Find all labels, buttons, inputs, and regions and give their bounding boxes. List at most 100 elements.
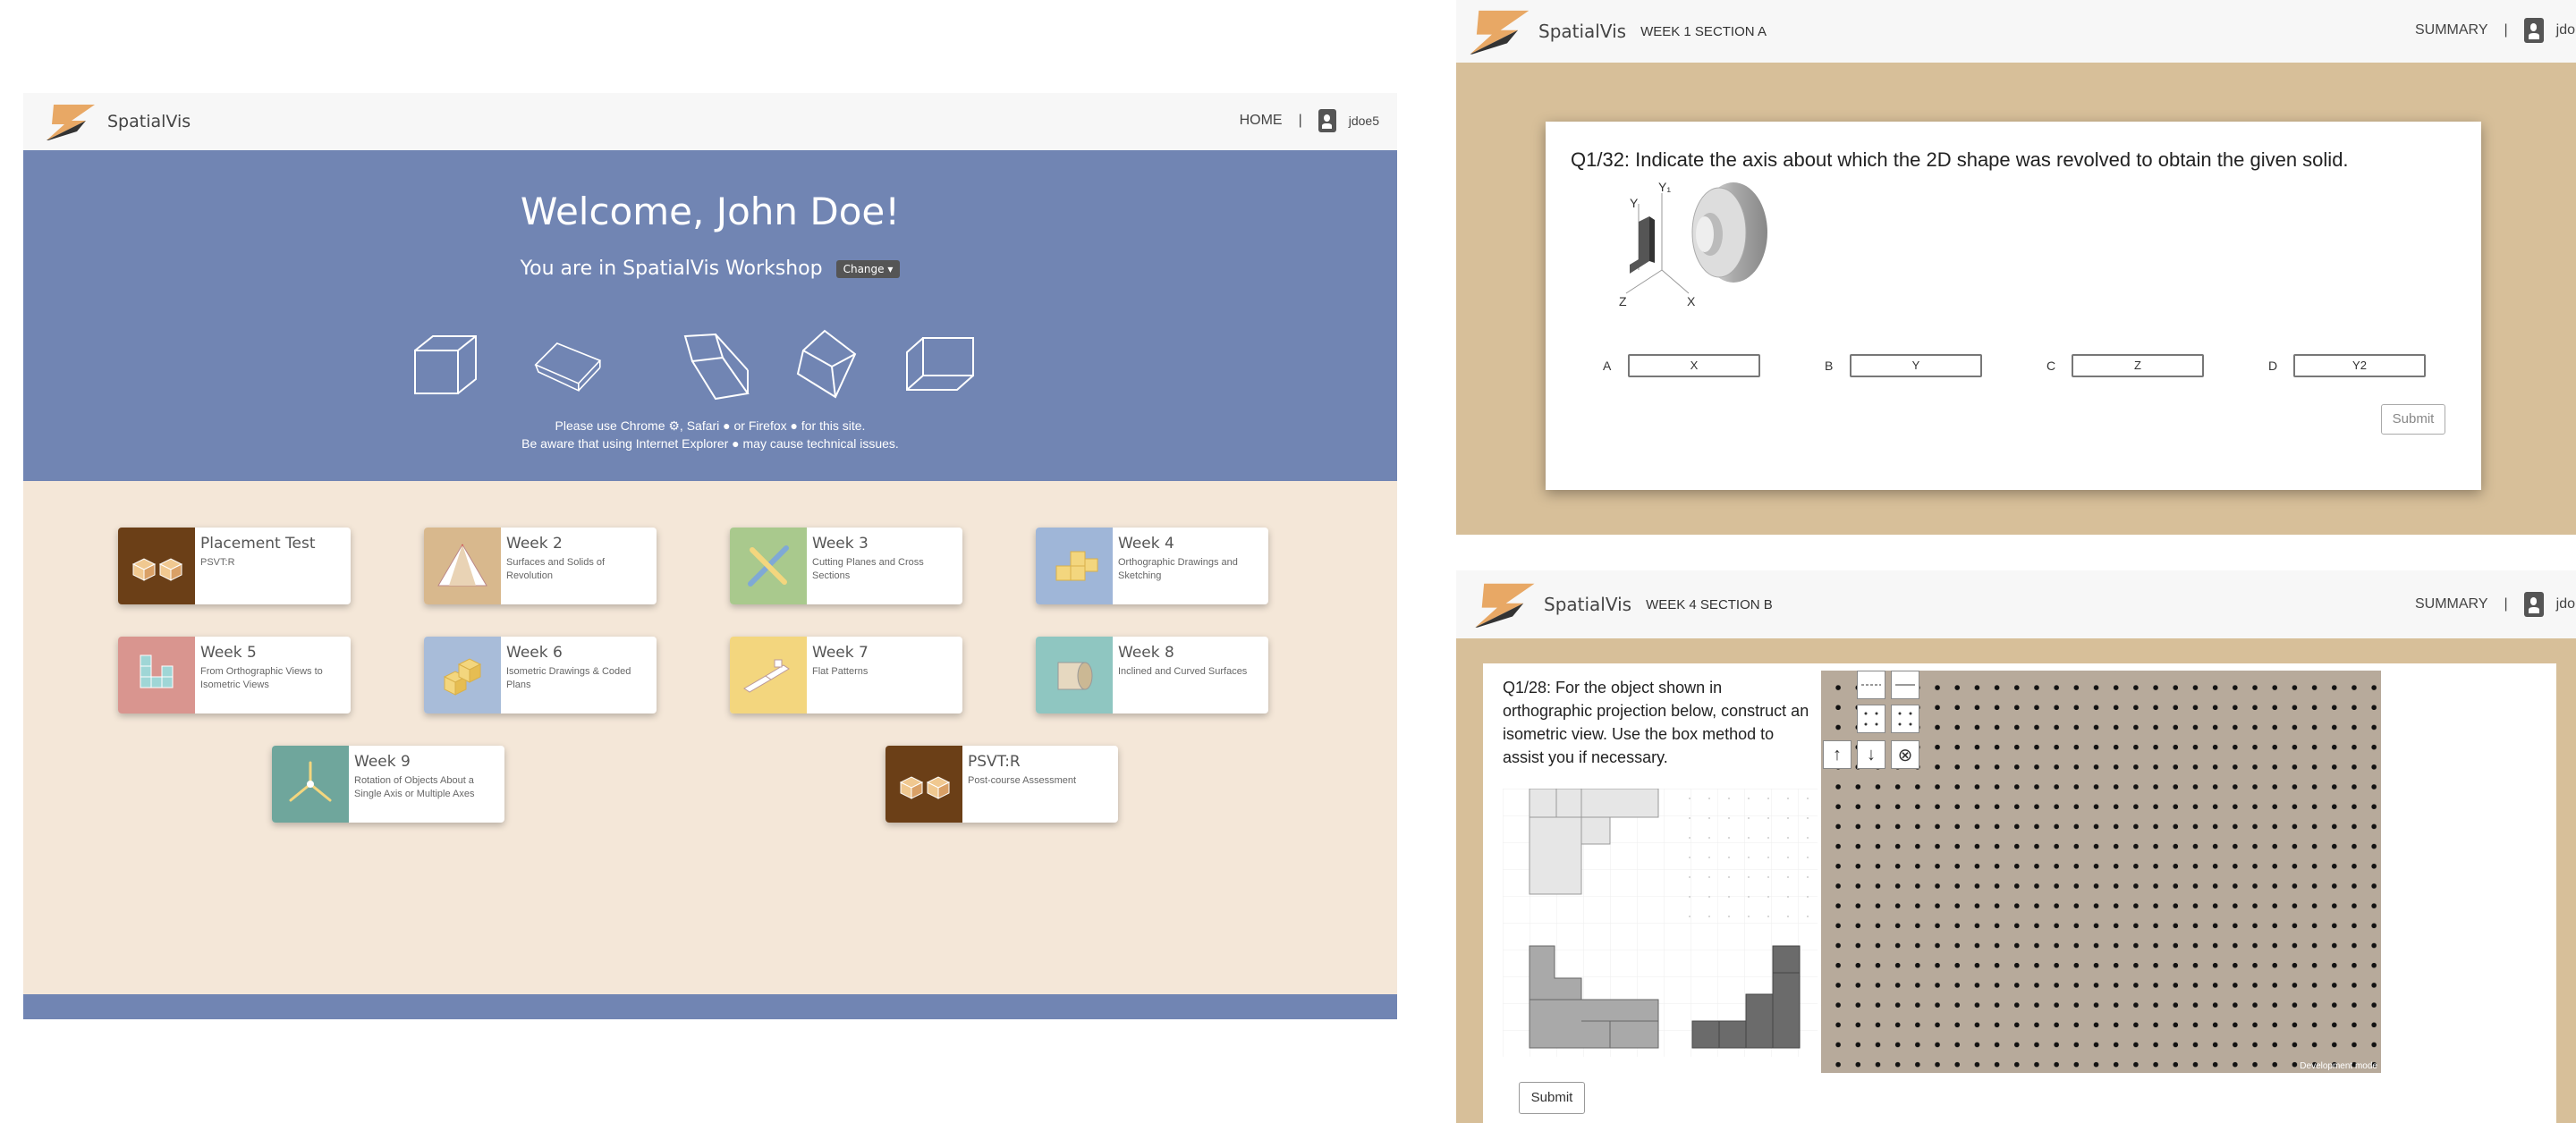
module-subtitle: Flat Patterns	[812, 666, 869, 677]
welcome-hero: Welcome, John Doe! You are in SpatialVis…	[23, 150, 1397, 481]
module-subtitle: Inclined and Curved Surfaces	[1118, 666, 1248, 677]
cube-rotated-icon	[534, 342, 602, 393]
home-link[interactable]: HOME	[1240, 113, 1283, 129]
submit-button[interactable]: Submit	[2381, 404, 2445, 435]
cube-diamond-icon	[796, 329, 857, 399]
module-title: Week 5	[200, 644, 257, 662]
navbar: SpatialVis WEEK 1 SECTION A SUMMARY | jd…	[1456, 0, 2576, 63]
tool-slot-2[interactable]	[1891, 671, 1919, 699]
question-screen-week1: SpatialVis WEEK 1 SECTION A SUMMARY | jd…	[1456, 0, 2576, 535]
module-subtitle: Post-course Assessment	[968, 775, 1077, 786]
module-title: Week 9	[354, 753, 411, 771]
module-thumb	[424, 528, 501, 604]
footer-bar	[23, 994, 1397, 1019]
module-card-week-9[interactable]: Week 9 Rotation of Objects About a Single…	[272, 746, 504, 823]
brand-name[interactable]: SpatialVis	[107, 112, 191, 131]
module-title: Week 7	[812, 644, 869, 662]
option-a-button[interactable]: X	[1628, 354, 1760, 377]
module-thumb	[118, 528, 195, 604]
revolution-icon	[437, 544, 487, 587]
module-card-week-8[interactable]: Week 8 Inclined and Curved Surfaces	[1036, 637, 1268, 713]
spatialvis-logo-icon[interactable]	[1469, 578, 1537, 631]
module-title: Week 4	[1118, 535, 1174, 553]
module-title: Week 2	[506, 535, 563, 553]
clear-button[interactable]: ⊗	[1891, 740, 1919, 769]
change-workshop-button[interactable]: Change ▾	[835, 260, 901, 278]
module-card-placement-test[interactable]: Placement Test PSVT:R	[118, 528, 351, 604]
isometric-dot-grid[interactable]: ↑ ↓ ⊗ Development mode	[1821, 671, 2381, 1073]
user-icon[interactable]	[2523, 18, 2544, 43]
arrow-up-icon: ↑	[1833, 744, 1842, 764]
module-card-week-3[interactable]: Week 3 Cutting Planes and Cross Sections	[730, 528, 962, 604]
option-c: C Z	[2046, 354, 2204, 377]
option-c-button[interactable]: Z	[2072, 354, 2204, 377]
module-title: Week 6	[506, 644, 563, 662]
brand-name[interactable]: SpatialVis	[1538, 21, 1626, 42]
dots-tool-icon	[1864, 712, 1878, 726]
dots-tool-icon	[1898, 712, 1912, 726]
cube-icon	[414, 335, 477, 394]
question-text: Q1/32: Indicate the axis about which the…	[1571, 148, 2349, 171]
option-letter: A	[1603, 359, 1612, 373]
summary-link[interactable]: SUMMARY	[2415, 596, 2488, 612]
user-icon[interactable]	[2523, 592, 2544, 617]
module-subtitle: PSVT:R	[200, 557, 235, 568]
stacked-cubes-icon	[1055, 551, 1098, 581]
tool-slot-4[interactable]	[1891, 705, 1919, 733]
move-up-button[interactable]: ↑	[1823, 740, 1852, 769]
workshop-text: You are in SpatialVis Workshop	[520, 258, 823, 280]
username[interactable]: jdoe5	[1349, 114, 1379, 128]
summary-link[interactable]: SUMMARY	[2415, 22, 2488, 38]
module-subtitle: Surfaces and Solids of Revolution	[506, 557, 606, 581]
user-icon[interactable]	[1318, 109, 1336, 132]
option-d-button[interactable]: Y2	[2293, 354, 2426, 377]
module-subtitle: From Orthographic Views to Isometric Vie…	[200, 666, 323, 690]
question-screen-week4: SpatialVis WEEK 4 SECTION B SUMMARY | jd…	[1456, 570, 2576, 1123]
isometric-cubes-icon	[443, 658, 482, 696]
nav-separator: |	[1298, 113, 1302, 128]
option-d: D Y2	[2268, 354, 2426, 377]
tool-slot-1[interactable]	[1857, 671, 1885, 699]
module-card-week-2[interactable]: Week 2 Surfaces and Solids of Revolution	[424, 528, 657, 604]
module-thumb	[118, 637, 195, 713]
spatialvis-logo-icon[interactable]	[1463, 6, 1531, 56]
question-text: Q1/28: For the object shown in orthograp…	[1503, 679, 1809, 766]
module-thumb	[730, 528, 807, 604]
cube-small-icon	[906, 337, 974, 391]
question-card: Q1/28: For the object shown in orthograp…	[1483, 663, 2556, 1123]
username[interactable]: jdo	[2556, 22, 2575, 38]
module-thumb	[424, 637, 501, 713]
question-card: Q1/32: Indicate the axis about which the…	[1546, 122, 2481, 490]
spatialvis-logo-icon[interactable]	[41, 101, 97, 142]
arrow-down-icon: ↓	[1867, 744, 1876, 764]
module-card-psvtr[interactable]: PSVT:R Post-course Assessment	[886, 746, 1118, 823]
browser-notice-line2: Be aware that using Internet Explorer ● …	[521, 436, 899, 451]
section-breadcrumb: WEEK 4 SECTION B	[1646, 596, 1773, 612]
cube-tilted-icon	[683, 333, 750, 401]
username[interactable]: jdo	[2556, 596, 2575, 612]
cutting-plane-icon	[748, 545, 789, 587]
option-b-button[interactable]: Y	[1850, 354, 1982, 377]
module-subtitle: Isometric Drawings & Coded Plans	[506, 666, 631, 690]
module-card-week-7[interactable]: Week 7 Flat Patterns	[730, 637, 962, 713]
module-card-week-6[interactable]: Week 6 Isometric Drawings & Coded Plans	[424, 637, 657, 713]
module-card-week-5[interactable]: Week 5 From Orthographic Views to Isometr…	[118, 637, 351, 713]
submit-button[interactable]: Submit	[1519, 1082, 1585, 1114]
axis-y1-label: Y₁	[1658, 181, 1671, 194]
curved-surface-icon	[1057, 662, 1093, 690]
ortho-blocks-icon	[140, 654, 174, 688]
option-letter: C	[2046, 359, 2056, 373]
tool-slot-3[interactable]	[1857, 705, 1885, 733]
module-card-week-4[interactable]: Week 4 Orthographic Drawings and Sketchin…	[1036, 528, 1268, 604]
navbar: SpatialVis HOME | jdoe5	[23, 93, 1397, 150]
brand-name[interactable]: SpatialVis	[1544, 594, 1631, 615]
change-label: Change	[843, 263, 885, 275]
orthographic-views	[1503, 789, 1818, 1057]
module-subtitle: Orthographic Drawings and Sketching	[1118, 557, 1238, 581]
workshop-line: You are in SpatialVis Workshop Change ▾	[23, 258, 1397, 280]
close-circle-icon: ⊗	[1897, 745, 1913, 765]
browser-notice: Please use Chrome ⚙, Safari ● or Firefox…	[23, 417, 1397, 452]
module-thumb	[886, 746, 962, 823]
line-tool-icon	[1861, 684, 1881, 686]
move-down-button[interactable]: ↓	[1857, 740, 1885, 769]
